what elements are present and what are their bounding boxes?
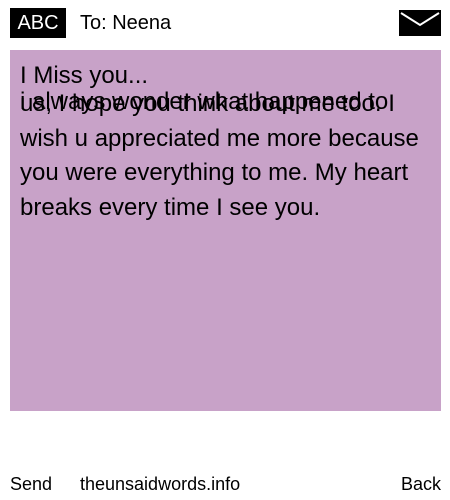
envelope-icon[interactable]	[399, 10, 441, 36]
input-mode-badge[interactable]: ABC	[10, 8, 66, 38]
site-name: theunsaidwords.info	[80, 474, 241, 494]
message-body[interactable]: I Miss you... us, I hope you think about…	[10, 50, 441, 411]
header-bar: ABC To: Neena	[0, 0, 450, 44]
message-overlap-line: i always wonder what happened to	[20, 88, 389, 115]
send-button[interactable]: Send	[10, 470, 52, 498]
recipient-field[interactable]: To: Neena	[80, 8, 171, 38]
message-first-line: I Miss you...	[20, 62, 149, 89]
back-button[interactable]: Back	[401, 470, 441, 498]
footer-bar: Send theunsaidwords.info Back	[0, 470, 450, 498]
